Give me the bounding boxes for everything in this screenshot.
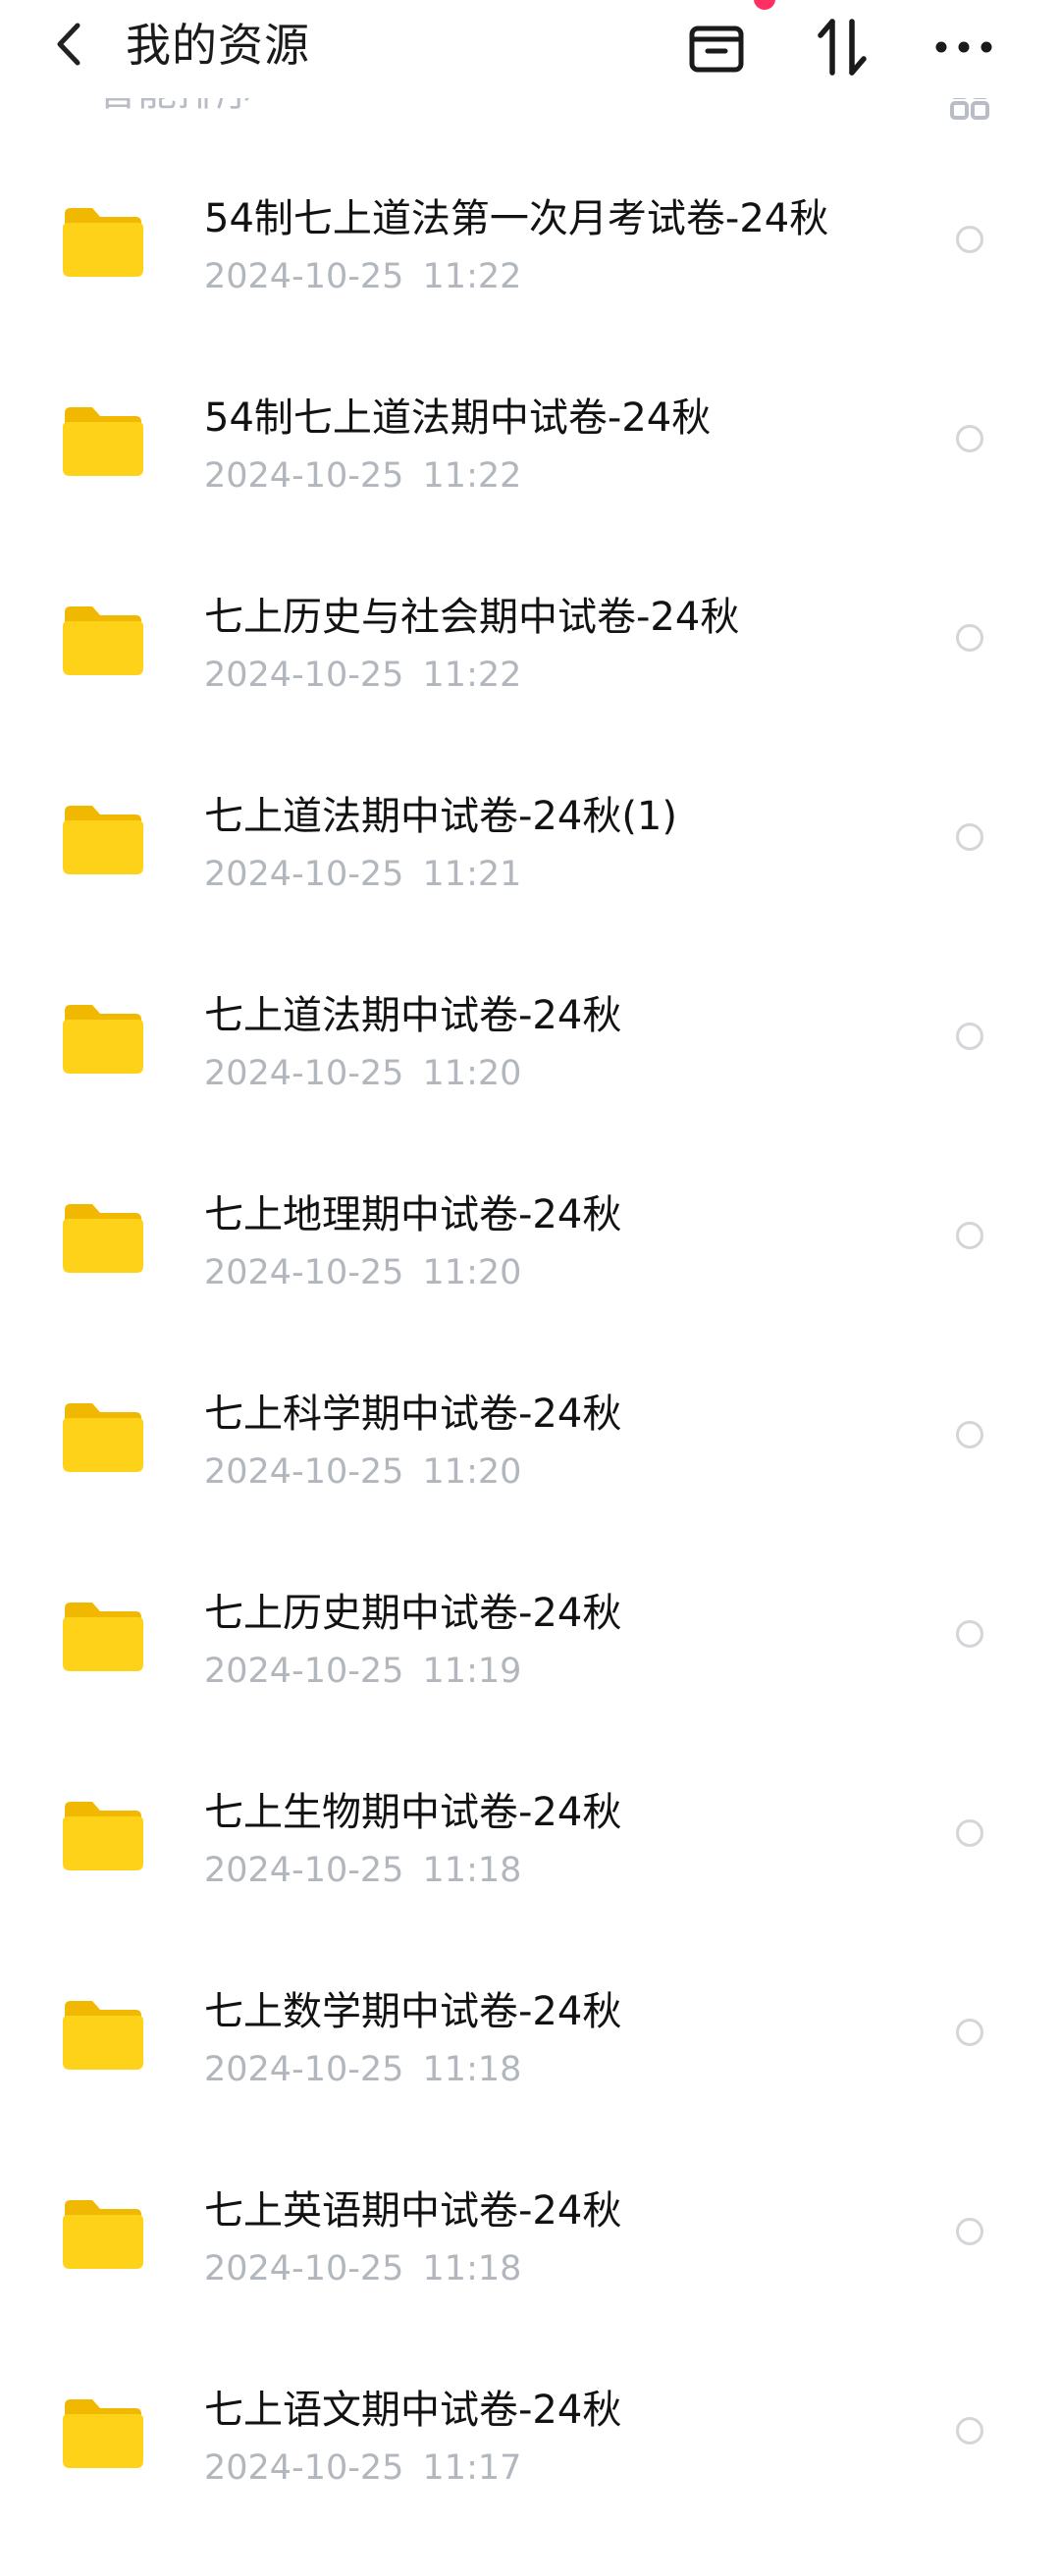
select-checkbox[interactable]	[956, 1222, 983, 1249]
sort-icon	[818, 19, 867, 76]
list-item[interactable]: 七上历史与社会期中试卷-24秋 2024-10-25 11:22	[0, 536, 1060, 735]
file-date: 2024-10-25 11:17	[204, 2448, 522, 2488]
folder-icon	[63, 806, 143, 874]
more-button[interactable]	[927, 10, 1001, 84]
select-checkbox[interactable]	[956, 226, 983, 253]
file-name: 七上道法期中试卷-24秋(1)	[204, 794, 677, 839]
folder-icon	[63, 1603, 143, 1671]
folder-icon	[63, 1802, 143, 1870]
file-date: 2024-10-25 11:18	[204, 2249, 522, 2288]
file-date: 2024-10-25 11:22	[204, 456, 522, 496]
file-name: 七上历史期中试卷-24秋	[204, 1591, 622, 1636]
notification-dot	[754, 0, 775, 10]
file-date: 2024-10-25 11:22	[204, 257, 522, 296]
select-checkbox[interactable]	[956, 1421, 983, 1448]
file-name: 七上英语期中试卷-24秋	[204, 2188, 622, 2234]
top-bar: 我的资源	[0, 0, 1060, 98]
folder-icon	[63, 1403, 143, 1472]
list-item[interactable]: 七上语文期中试卷-24秋 2024-10-25 11:17	[0, 2329, 1060, 2528]
file-name: 七上道法期中试卷-24秋	[204, 993, 622, 1038]
archive-icon	[689, 26, 744, 73]
file-date: 2024-10-25 11:20	[204, 1253, 522, 1292]
select-checkbox[interactable]	[956, 624, 983, 652]
file-name: 七上语文期中试卷-24秋	[204, 2388, 622, 2433]
select-checkbox[interactable]	[956, 2417, 983, 2445]
list-item[interactable]: 七上地理期中试卷-24秋 2024-10-25 11:20	[0, 1133, 1060, 1333]
select-checkbox[interactable]	[956, 425, 983, 452]
list-item[interactable]: 七上科学期中试卷-24秋 2024-10-25 11:20	[0, 1333, 1060, 1532]
back-icon	[57, 23, 80, 66]
list-item[interactable]: 七上历史期中试卷-24秋 2024-10-25 11:19	[0, 1532, 1060, 1731]
folder-icon	[63, 1005, 143, 1074]
page-title: 我的资源	[126, 19, 310, 72]
folder-icon	[63, 2399, 143, 2468]
select-checkbox[interactable]	[956, 823, 983, 851]
sort-button[interactable]	[805, 10, 879, 84]
list-item[interactable]: 七上道法期中试卷-24秋(1) 2024-10-25 11:21	[0, 735, 1060, 934]
back-button[interactable]	[39, 10, 98, 79]
folder-icon	[63, 606, 143, 675]
select-checkbox[interactable]	[956, 1819, 983, 1847]
list-item[interactable]: 七上英语期中试卷-24秋 2024-10-25 11:18	[0, 2129, 1060, 2329]
file-date: 2024-10-25 11:22	[204, 656, 522, 695]
file-name: 54制七上道法第一次月考试卷-24秋	[204, 196, 829, 241]
list-item[interactable]: 七上生物期中试卷-24秋 2024-10-25 11:18	[0, 1731, 1060, 1930]
more-icon	[935, 41, 992, 53]
file-date: 2024-10-25 11:20	[204, 1452, 522, 1492]
file-name: 七上生物期中试卷-24秋	[204, 1790, 622, 1835]
file-name: 七上数学期中试卷-24秋	[204, 1989, 622, 2034]
select-checkbox[interactable]	[956, 1023, 983, 1050]
select-checkbox[interactable]	[956, 2218, 983, 2245]
list-item[interactable]: 七上道法期中试卷-24秋 2024-10-25 11:20	[0, 934, 1060, 1133]
file-date: 2024-10-25 11:18	[204, 2050, 522, 2089]
folder-icon	[63, 208, 143, 277]
list-item[interactable]: 七上数学期中试卷-24秋 2024-10-25 11:18	[0, 1930, 1060, 2129]
file-date: 2024-10-25 11:20	[204, 1054, 522, 1093]
select-checkbox[interactable]	[956, 1620, 983, 1648]
file-date: 2024-10-25 11:19	[204, 1652, 522, 1691]
folder-icon	[63, 2001, 143, 2070]
folder-icon	[63, 1204, 143, 1273]
list-item[interactable]: 54制七上道法第一次月考试卷-24秋 2024-10-25 11:22	[0, 137, 1060, 337]
select-checkbox[interactable]	[956, 2019, 983, 2046]
file-name: 54制七上道法期中试卷-24秋	[204, 395, 712, 441]
file-name: 七上地理期中试卷-24秋	[204, 1192, 622, 1237]
file-list: 54制七上道法第一次月考试卷-24秋 2024-10-25 11:22 54制七…	[0, 137, 1060, 2528]
file-date: 2024-10-25 11:18	[204, 1851, 522, 1890]
folder-icon	[63, 407, 143, 476]
file-name: 七上历史与社会期中试卷-24秋	[204, 595, 740, 640]
file-date: 2024-10-25 11:21	[204, 855, 522, 894]
folder-icon	[63, 2200, 143, 2269]
list-item[interactable]: 54制七上道法期中试卷-24秋 2024-10-25 11:22	[0, 337, 1060, 536]
archive-button[interactable]	[679, 10, 754, 84]
file-name: 七上科学期中试卷-24秋	[204, 1392, 622, 1437]
